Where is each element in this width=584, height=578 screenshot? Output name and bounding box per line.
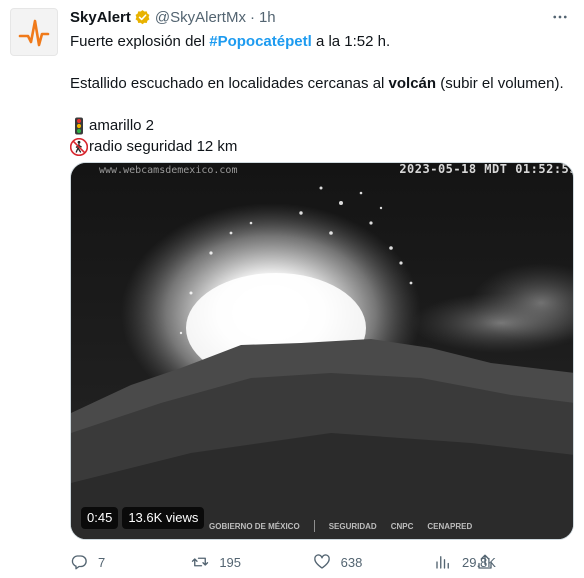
analytics-icon <box>436 556 449 569</box>
separator-dot: · <box>249 8 255 26</box>
tweet-card[interactable]: SkyAlert @SkyAlertMx · 1h Fuerte explosi… <box>0 0 584 578</box>
gov-logo-text: SEGURIDAD <box>328 521 377 531</box>
government-logos: GOBIERNO DE MÉXICO SEGURIDAD CNPC CENAPR… <box>209 520 472 532</box>
tweet-text: a la 1:52 h. <box>311 33 391 50</box>
radius-line: radio seguridad 12 km <box>70 136 574 157</box>
gov-logo-text: GOBIERNO DE MÉXICO <box>209 521 300 531</box>
share-button[interactable] <box>474 551 496 573</box>
video-views: 13.6K views <box>122 507 205 529</box>
retweet-button[interactable]: 195 <box>191 553 251 571</box>
author-name[interactable]: SkyAlert <box>70 9 131 26</box>
radius-text: radio seguridad 12 km <box>89 138 238 155</box>
more-options-icon[interactable] <box>548 6 572 28</box>
gov-logo-text: CENAPRED <box>427 521 473 531</box>
reply-icon <box>71 555 87 570</box>
author-handle[interactable]: @SkyAlertMx <box>155 9 246 26</box>
video-player[interactable]: www.webcamsdemexico.com 2023-05-18 MDT 0… <box>70 162 574 540</box>
webcam-watermark: www.webcamsdemexico.com <box>99 165 238 176</box>
heart-icon <box>313 554 330 569</box>
retweet-icon <box>192 557 209 567</box>
video-info-badges: 0:45 13.6K views <box>81 507 205 529</box>
tweet-text: Estallido escuchado en localidades cerca… <box>70 75 389 92</box>
alert-level-text: amarillo 2 <box>89 117 155 134</box>
skyalert-logo-icon <box>18 19 50 47</box>
tweet-text: (subir el volumen). <box>436 75 564 92</box>
tweet-header: SkyAlert @SkyAlertMx · 1h <box>70 6 574 28</box>
verified-badge-icon <box>134 9 151 26</box>
gov-logo-text: CNPC <box>390 521 414 531</box>
reply-count: 7 <box>98 554 106 570</box>
alert-level-line: amarillo 2 <box>70 115 574 136</box>
traffic-light-icon <box>70 117 88 135</box>
bold-word: volcán <box>388 75 437 92</box>
tweet-line-1: Fuerte explosión del #Popocatépetl a la … <box>70 31 574 52</box>
divider <box>313 520 315 532</box>
no-pedestrians-icon <box>70 137 88 156</box>
like-button[interactable]: 638 <box>313 553 373 571</box>
share-icon <box>478 554 492 569</box>
like-count: 638 <box>340 554 363 570</box>
tweet-content: SkyAlert @SkyAlertMx · 1h Fuerte explosi… <box>70 6 574 157</box>
tweet-text: Fuerte explosión del <box>70 33 210 50</box>
tweet-actions: 7 195 638 29.8K <box>70 551 496 573</box>
hashtag-link[interactable]: #Popocatépetl <box>209 33 312 50</box>
avatar[interactable] <box>10 8 58 56</box>
tweet-time[interactable]: 1h <box>259 9 276 26</box>
video-timestamp: 2023-05-18 MDT 01:52:59 <box>399 162 574 176</box>
reply-button[interactable]: 7 <box>70 553 130 571</box>
video-duration: 0:45 <box>81 507 119 529</box>
volcano-video-frame <box>71 163 573 539</box>
retweet-count: 195 <box>219 554 242 570</box>
tweet-line-2: Estallido escuchado en localidades cerca… <box>70 73 574 94</box>
